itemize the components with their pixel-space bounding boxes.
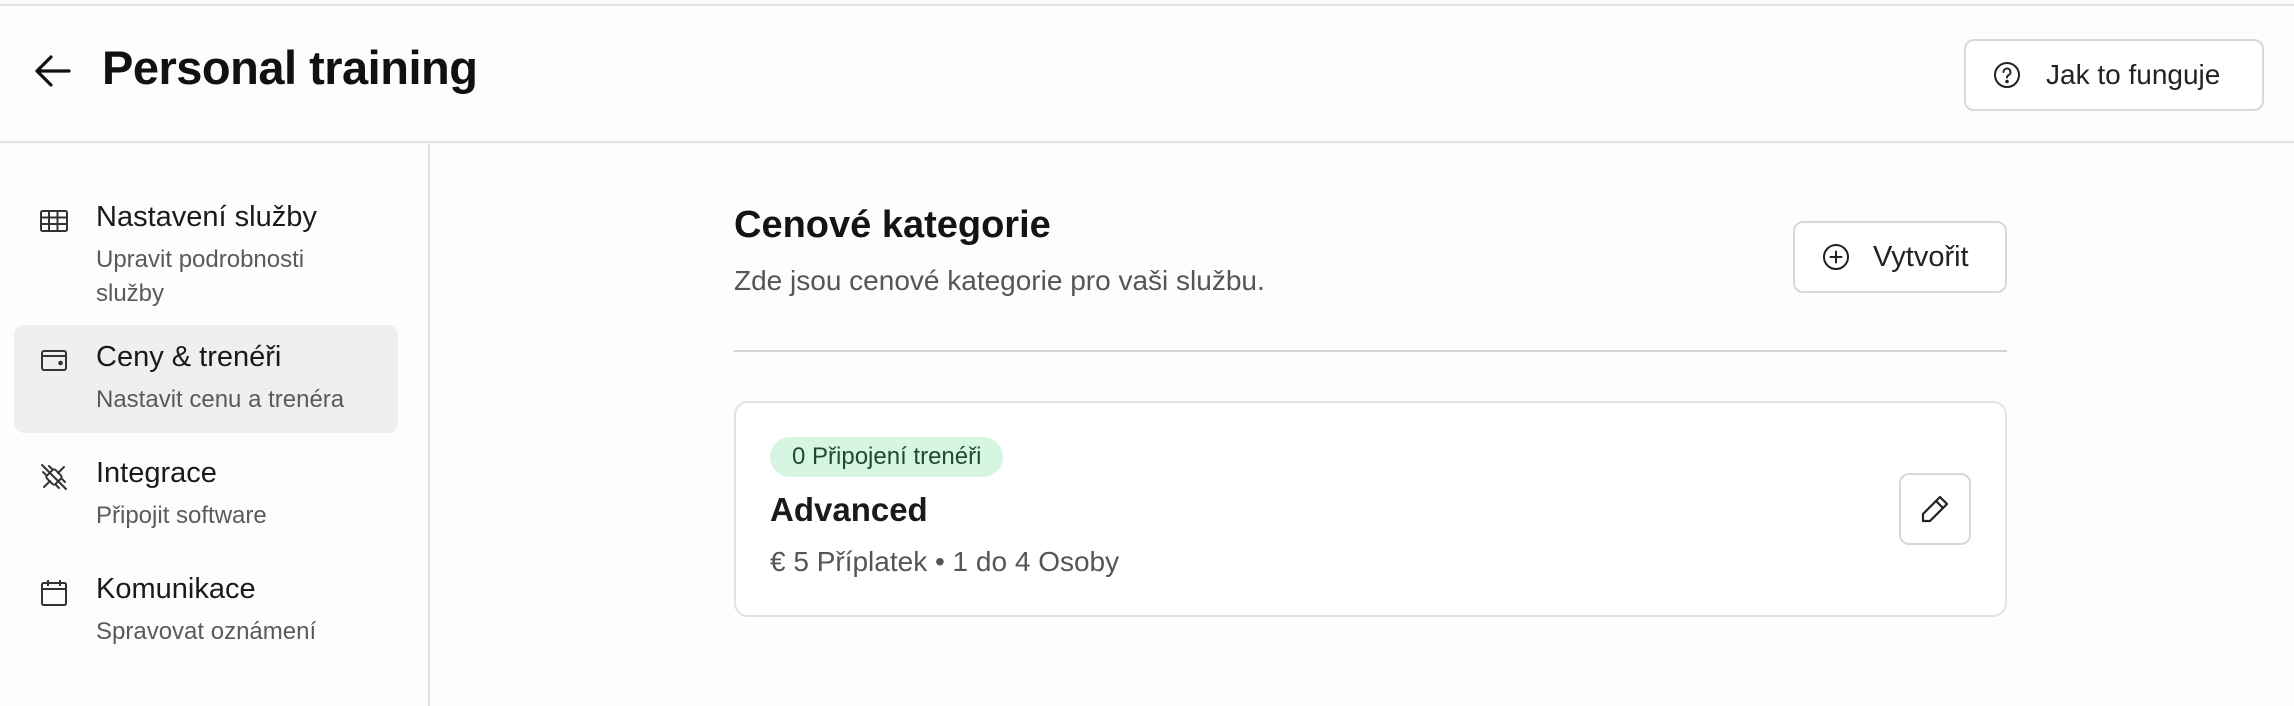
page-title: Personal training [102,41,478,94]
sidebar-item-label: Ceny & trenéři [96,341,282,373]
pencil-icon [1921,495,1949,523]
wallet-icon [41,350,67,371]
calendar-icon [41,580,67,606]
sidebar-item-subtitle: Připojit software [96,502,267,529]
edit-button[interactable] [1899,473,1971,545]
back-button[interactable] [28,46,78,96]
price-category-details: € 5 Příplatek • 1 do 4 Osoby [770,546,1120,577]
page-header: Personal training Jak to funguje [0,6,2294,143]
arrow-left-icon [35,55,71,87]
sidebar-item-label: Integrace [96,457,217,489]
how-it-works-label: Jak to funguje [2046,59,2221,90]
sidebar-item-service-settings[interactable]: Nastavení služby Upravit podrobnosti slu… [14,185,398,307]
sidebar-item-label: Komunikace [96,573,256,605]
plus-circle-icon [1823,244,1849,270]
section-title: Cenové kategorie [734,204,1051,246]
sidebar-item-subtitle: Spravovat oznámení [96,618,317,645]
sidebar-item-prices-trainers[interactable]: Ceny & trenéři Nastavit cenu a trenéra [14,325,398,433]
price-category-name: Advanced [770,491,928,528]
plug-icon [41,464,67,490]
sidebar-item-subtitle: Nastavit cenu a trenéra [96,386,345,413]
table-icon [40,210,68,232]
sidebar-item-communication[interactable]: Komunikace Spravovat oznámení [14,557,398,657]
connected-trainers-badge: 0 Připojení trenéři [770,437,1004,477]
create-button[interactable]: Vytvořit [1793,221,2007,293]
how-it-works-button[interactable]: Jak to funguje [1964,39,2264,111]
help-circle-icon [1994,62,2020,88]
sidebar: Nastavení služby Upravit podrobnosti slu… [0,143,430,706]
price-category-card: 0 Připojení trenéři Advanced € 5 Příplat… [734,401,2007,617]
sidebar-item-integrations[interactable]: Integrace Připojit software [14,441,398,541]
create-button-label: Vytvořit [1873,240,1969,273]
sidebar-item-label: Nastavení služby [96,201,317,233]
sidebar-item-subtitle: Upravit podrobnosti služby [96,246,305,307]
section-divider [734,350,2007,352]
section-subtitle: Zde jsou cenové kategorie pro vaši služb… [734,265,1265,296]
